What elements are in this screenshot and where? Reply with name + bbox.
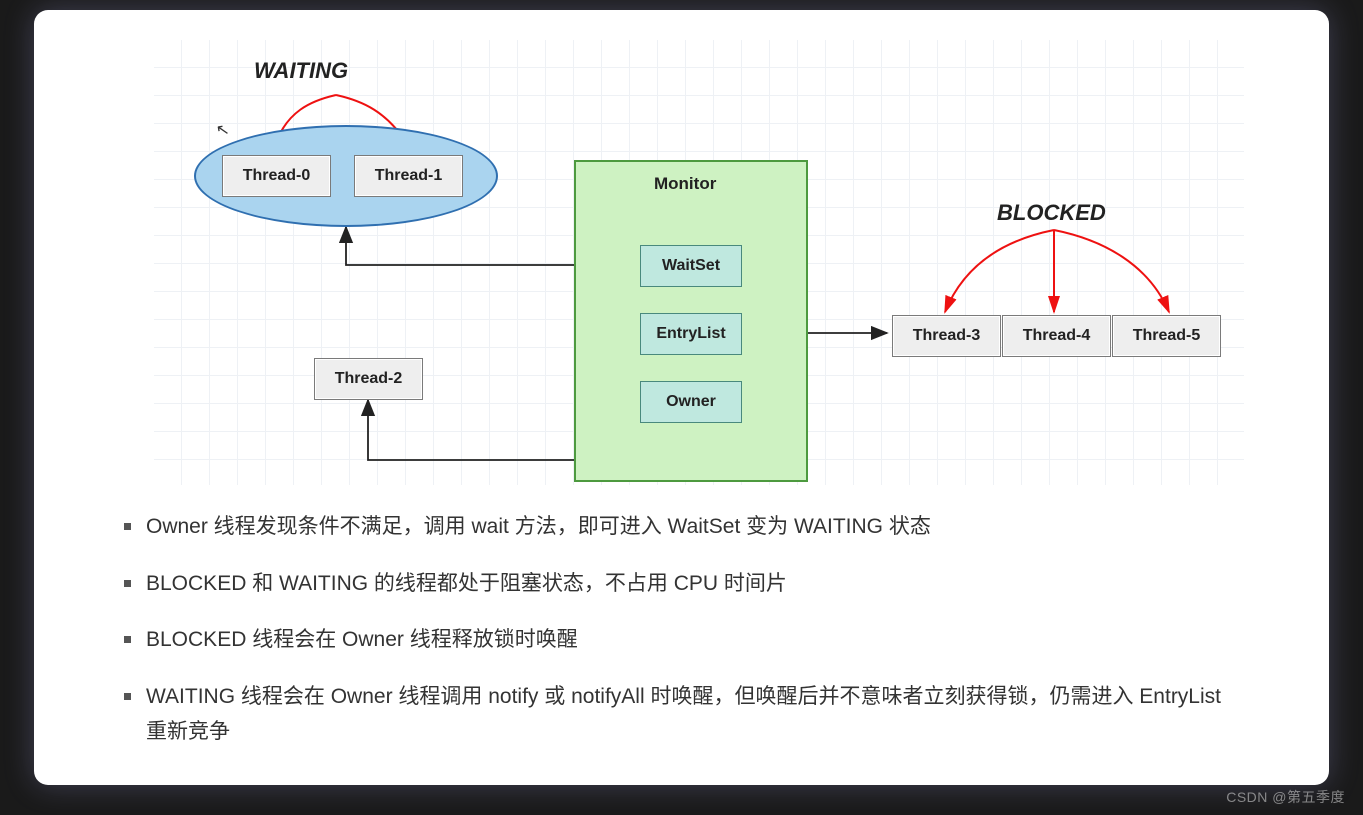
owner-box: Owner <box>640 381 742 423</box>
content-card: WAITING BLOCKED Thread-0 Thread-1 Thread… <box>34 10 1329 785</box>
header-blocked: BLOCKED <box>997 200 1106 226</box>
thread-0-box: Thread-0 <box>222 155 331 197</box>
thread-1-box: Thread-1 <box>354 155 463 197</box>
watermark: CSDN @第五季度 <box>1226 787 1345 807</box>
monitor-title: Monitor <box>654 174 716 194</box>
entrylist-box: EntryList <box>640 313 742 355</box>
bullet-1: Owner 线程发现条件不满足，调用 wait 方法，即可进入 WaitSet … <box>124 510 1244 545</box>
bullet-4: WAITING 线程会在 Owner 线程调用 notify 或 notifyA… <box>124 680 1244 749</box>
diagram-grid: WAITING BLOCKED Thread-0 Thread-1 Thread… <box>154 40 1244 485</box>
thread-3-box: Thread-3 <box>892 315 1001 357</box>
cursor-icon: ↖ <box>214 119 231 141</box>
waitset-box: WaitSet <box>640 245 742 287</box>
thread-4-box: Thread-4 <box>1002 315 1111 357</box>
explanation-list: Owner 线程发现条件不满足，调用 wait 方法，即可进入 WaitSet … <box>124 510 1244 771</box>
thread-2-box: Thread-2 <box>314 358 423 400</box>
bullet-3: BLOCKED 线程会在 Owner 线程释放锁时唤醒 <box>124 623 1244 658</box>
header-waiting: WAITING <box>254 58 348 84</box>
bullet-2: BLOCKED 和 WAITING 的线程都处于阻塞状态，不占用 CPU 时间片 <box>124 567 1244 602</box>
thread-5-box: Thread-5 <box>1112 315 1221 357</box>
